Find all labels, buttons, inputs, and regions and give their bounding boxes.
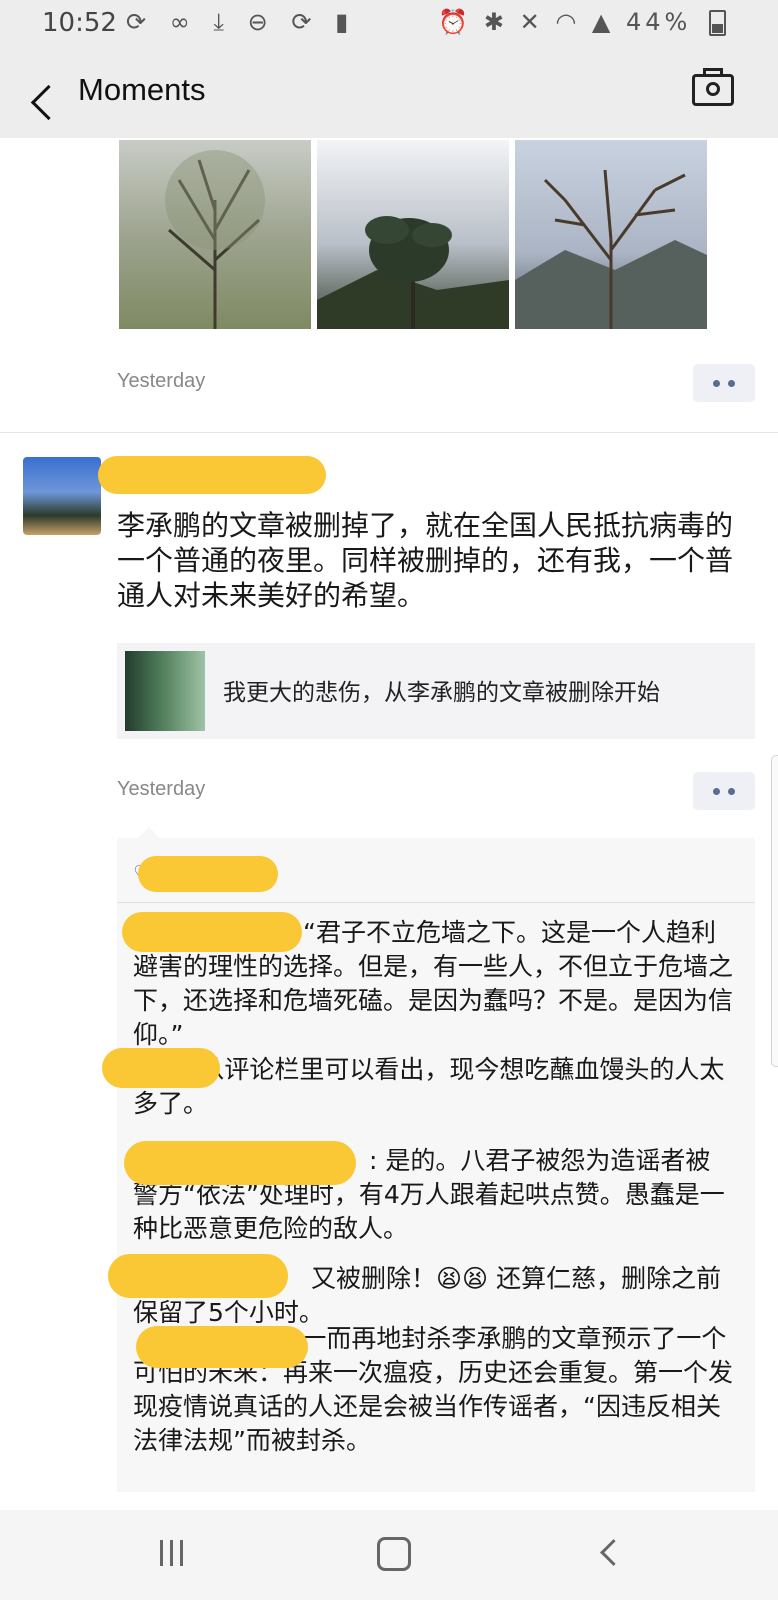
redacted-username (136, 1326, 308, 1368)
redacted-username (122, 912, 302, 952)
battery-icon (709, 10, 726, 36)
post-timestamp: Yesterday (117, 370, 206, 392)
chevron-left-icon (30, 84, 67, 121)
post-photo-2[interactable] (317, 140, 509, 329)
redacted-username (124, 1141, 356, 1185)
status-bar: 10:52 ⟳ ∞ ⤓ ⊖ ⟳ ▮ ⏰ ✱ ✕ ◠ ▲ 44% (0, 0, 778, 46)
redacted-username (102, 1048, 220, 1088)
system-icons: ⏰ ✱ ✕ ◠ ▲ 44% (438, 8, 726, 36)
status-time: 10:52 (42, 8, 117, 38)
system-nav-bar (0, 1510, 778, 1600)
system-status-icons: ⏰ ✱ ✕ ◠ ▲ (438, 8, 615, 36)
page-title: Moments (78, 72, 206, 107)
home-button[interactable] (377, 1537, 411, 1571)
post-photo-3[interactable] (515, 140, 707, 329)
nav-back-button[interactable] (600, 1539, 627, 1566)
comment-text: : 从评论栏里可以看出，现今想吃蘸血馒头的人太多了。 (133, 1055, 725, 1118)
shared-link-card[interactable]: 我更大的悲伤，从李承鹏的文章被删除开始 (117, 643, 755, 739)
redacted-username (98, 456, 326, 494)
post-timestamp: Yesterday (117, 778, 206, 800)
post-text: 李承鹏的文章被删掉了，就在全国人民抵抗病毒的一个普通的夜里。同样被删掉的，还有我… (117, 509, 734, 612)
redacted-username (108, 1254, 288, 1298)
more-dots-icon[interactable] (693, 772, 755, 810)
post-photo-1[interactable] (119, 140, 311, 329)
avatar[interactable] (23, 457, 101, 535)
post-divider (0, 432, 778, 433)
redacted-username (138, 856, 278, 892)
side-scroll-handle[interactable] (771, 755, 778, 1067)
tree-photo-1 (165, 150, 265, 329)
pine-tree-photo (317, 216, 509, 329)
recents-button[interactable] (160, 1540, 190, 1566)
comment-item[interactable]: 王尔: 从评论栏里可以看出，现今想吃蘸血馒头的人太多了。 (133, 1053, 733, 1121)
notification-icons: ⟳ ∞ ⤓ ⊖ ⟳ ▮ (126, 8, 357, 36)
bare-tree-photo (515, 169, 707, 329)
comments-arrow (138, 827, 160, 838)
more-dots-icon[interactable] (693, 364, 755, 402)
battery-percent: 44% (626, 8, 692, 36)
shared-link-title: 我更大的悲伤，从李承鹏的文章被删除开始 (223, 680, 660, 706)
camera-icon[interactable] (692, 68, 734, 106)
shared-link-thumbnail (125, 651, 205, 731)
back-button[interactable] (10, 62, 67, 122)
header-bar: Moments (0, 46, 778, 138)
